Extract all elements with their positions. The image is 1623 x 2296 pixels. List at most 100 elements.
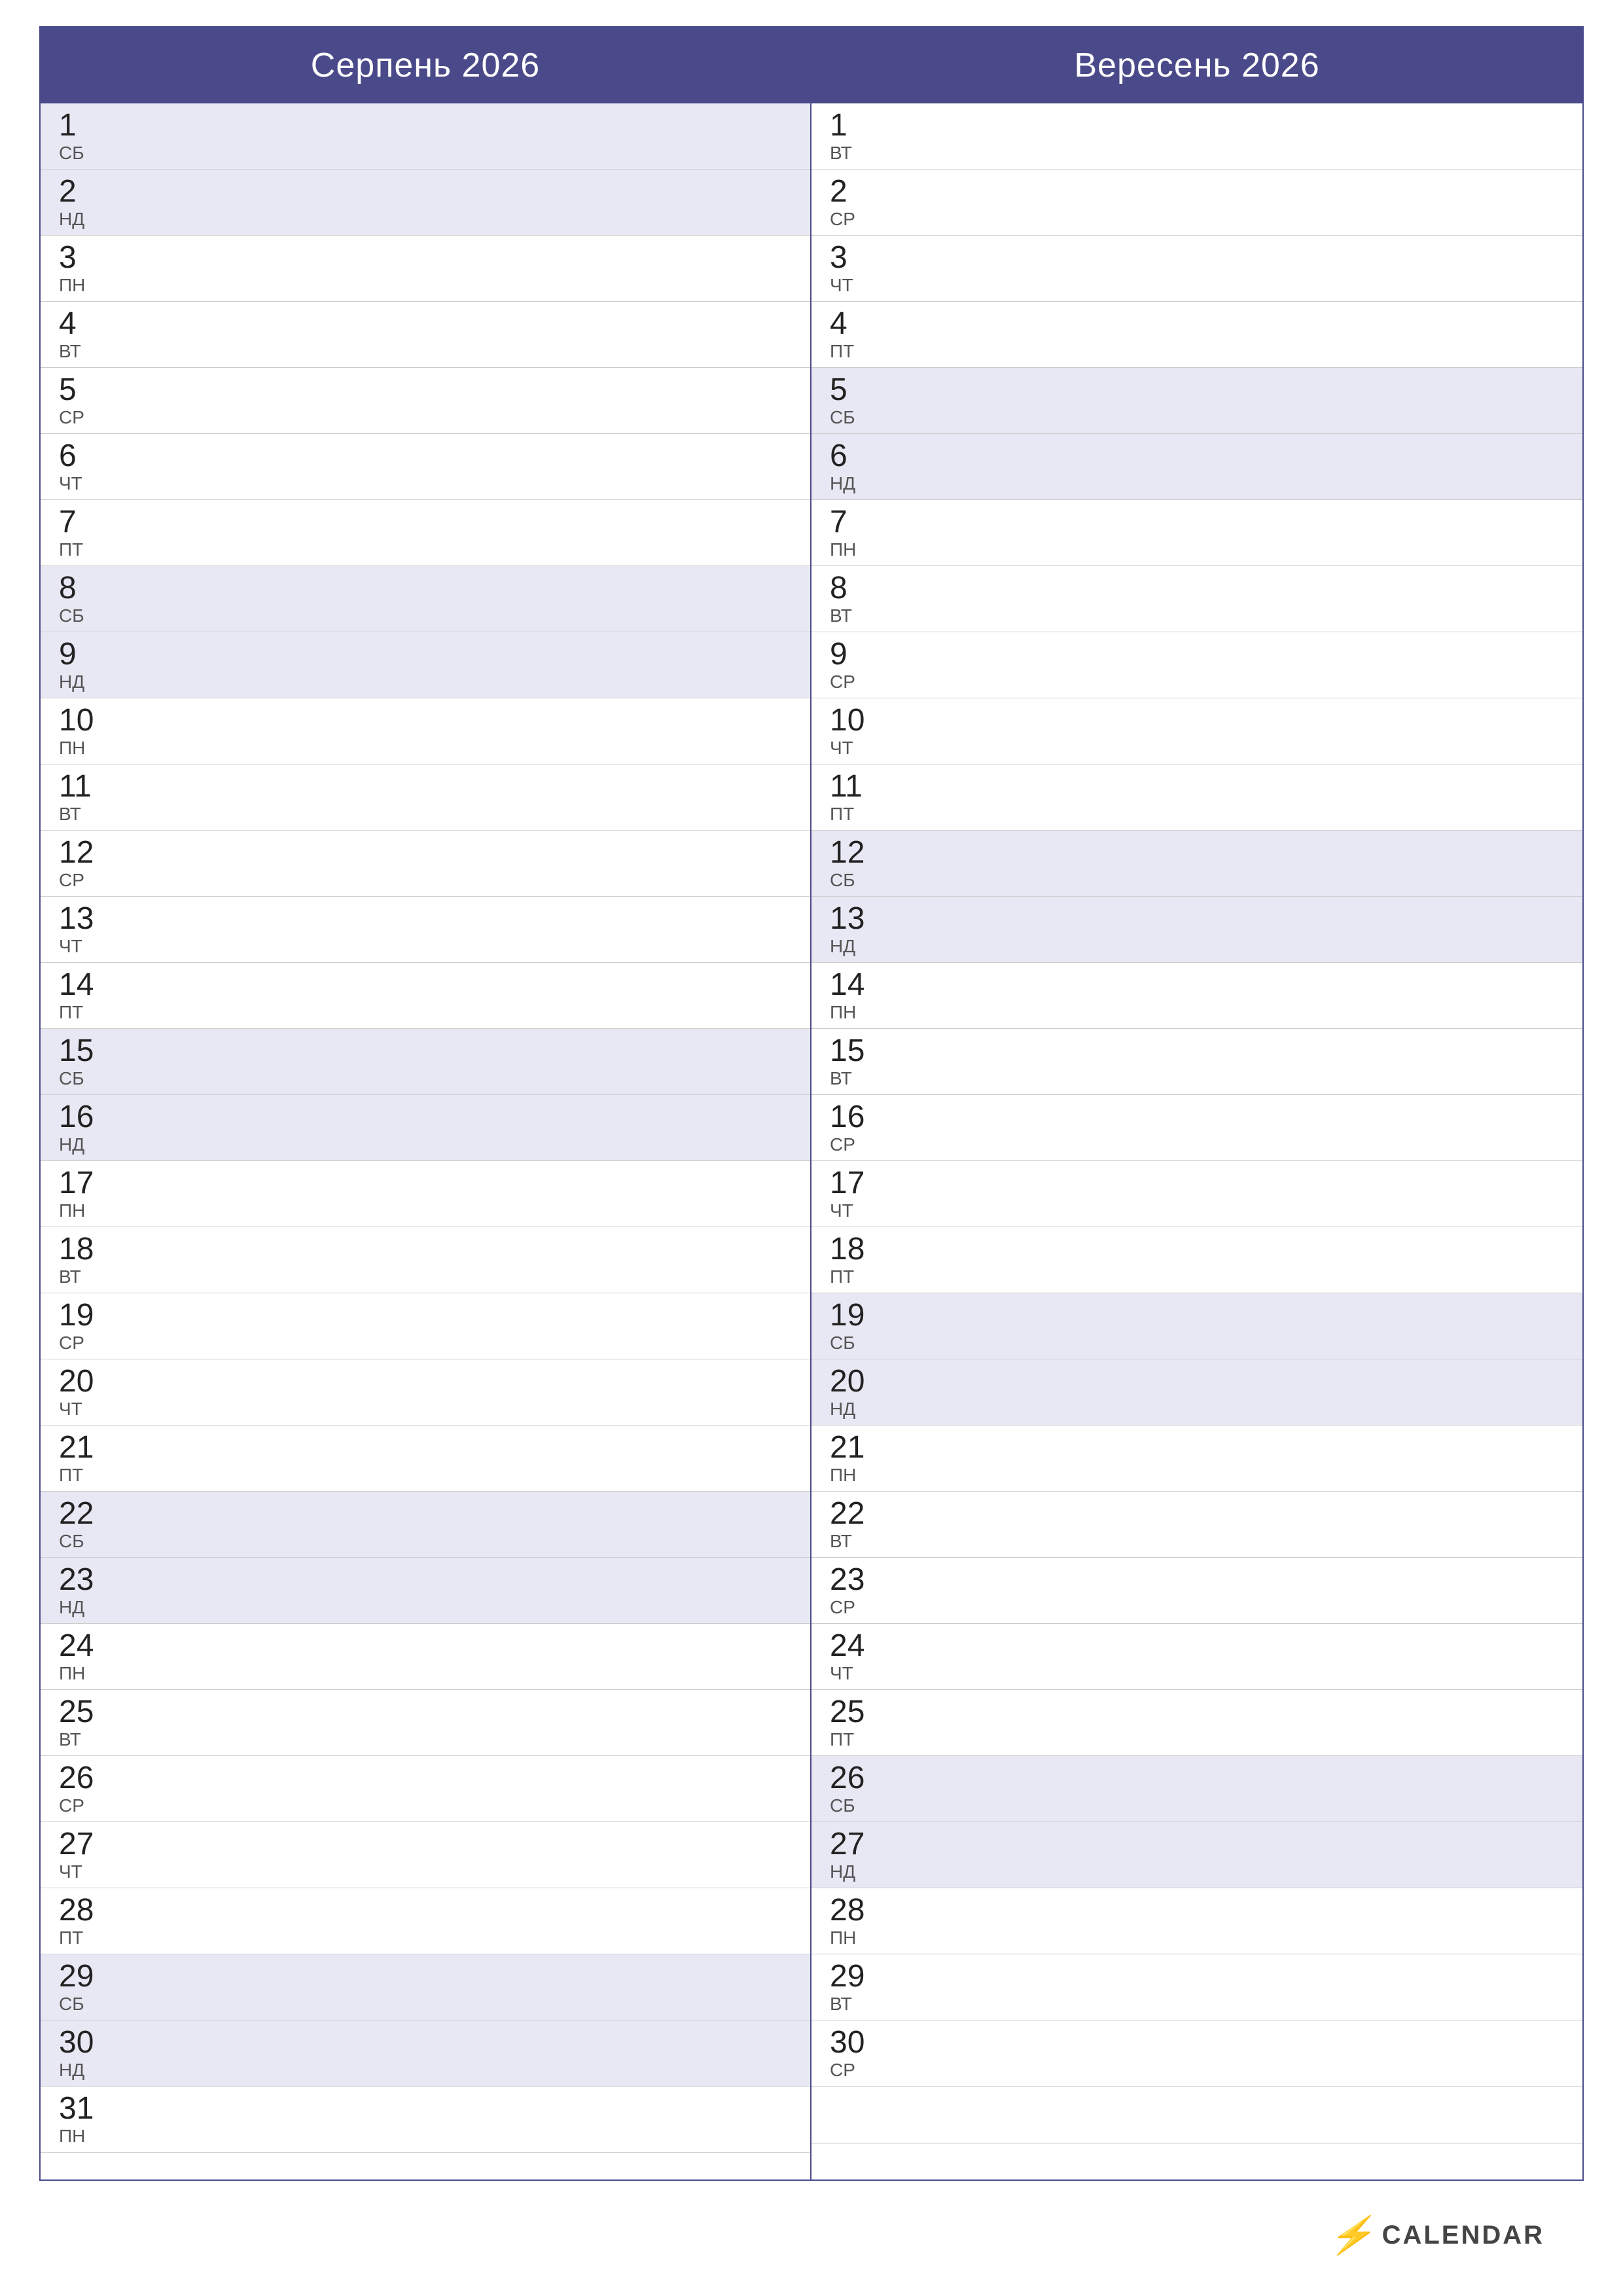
day-name: ПН (59, 276, 111, 295)
day-number: 15 (830, 1035, 882, 1067)
day-name: НД (59, 673, 111, 691)
day-info: 1 СБ (59, 110, 111, 162)
day-info: 26 СР (59, 1763, 111, 1815)
august-column: Серпень 2026 1 СБ 2 НД 3 ПН 4 ВТ 5 (41, 27, 812, 2179)
day-number: 2 (59, 176, 111, 207)
day-number: 11 (59, 771, 111, 802)
september-day-row: 2 СР (812, 170, 1582, 236)
day-name: СР (59, 1797, 111, 1815)
day-number: 28 (59, 1895, 111, 1926)
day-number: 6 (830, 440, 882, 472)
day-info: 27 ЧТ (59, 1829, 111, 1881)
september-day-row: 17 ЧТ (812, 1161, 1582, 1227)
day-number: 31 (59, 2093, 111, 2125)
day-number: 23 (59, 1564, 111, 1596)
day-number: 12 (830, 837, 882, 869)
day-info: 13 НД (830, 903, 882, 956)
september-day-row: 20 НД (812, 1359, 1582, 1426)
day-name: СР (830, 1598, 882, 1617)
day-info: 2 СР (830, 176, 882, 228)
day-info: 9 СР (830, 639, 882, 691)
day-name: НД (59, 1598, 111, 1617)
september-day-row: 7 ПН (812, 500, 1582, 566)
day-name: ПН (59, 1202, 111, 1220)
august-day-row: 2 НД (41, 170, 810, 236)
september-day-row: 18 ПТ (812, 1227, 1582, 1293)
day-number: 28 (830, 1895, 882, 1926)
august-day-row: 10 ПН (41, 698, 810, 764)
day-name: НД (830, 1400, 882, 1418)
day-name: НД (830, 937, 882, 956)
lightning-icon: ⚡ (1329, 2214, 1374, 2257)
day-info: 23 СР (830, 1564, 882, 1617)
day-name: СБ (830, 408, 882, 427)
day-info: 11 ПТ (830, 771, 882, 823)
day-info: 30 СР (830, 2027, 882, 2079)
day-name: ПТ (830, 342, 882, 361)
august-day-row: 30 НД (41, 2020, 810, 2087)
day-name: ПН (59, 739, 111, 757)
day-number: 25 (830, 1696, 882, 1728)
day-name: СР (830, 2061, 882, 2079)
august-day-row: 21 ПТ (41, 1426, 810, 1492)
day-info: 24 ПН (59, 1630, 111, 1683)
day-name: НД (59, 1136, 111, 1154)
day-info: 25 ВТ (59, 1696, 111, 1749)
august-day-row: 9 НД (41, 632, 810, 698)
day-number: 14 (59, 969, 111, 1001)
august-day-row: 14 ПТ (41, 963, 810, 1029)
day-name: СБ (830, 871, 882, 889)
day-number: 21 (59, 1432, 111, 1463)
day-info: 16 СР (830, 1102, 882, 1154)
day-number: 4 (59, 308, 111, 340)
day-number: 20 (830, 1366, 882, 1397)
day-number: 10 (830, 705, 882, 736)
day-info: 19 СР (59, 1300, 111, 1352)
day-info: 29 СБ (59, 1961, 111, 2013)
day-number: 6 (59, 440, 111, 472)
day-name: ПН (830, 1466, 882, 1484)
day-name: ЧТ (59, 1400, 111, 1418)
september-day-row: 19 СБ (812, 1293, 1582, 1359)
day-name: ПН (830, 1929, 882, 1947)
day-name: ПТ (59, 1466, 111, 1484)
day-name: ЧТ (830, 739, 882, 757)
day-name: ЧТ (59, 1863, 111, 1881)
august-day-row: 7 ПТ (41, 500, 810, 566)
august-day-row: 16 НД (41, 1095, 810, 1161)
day-number: 27 (59, 1829, 111, 1860)
day-number: 26 (830, 1763, 882, 1794)
calendar-grid: Серпень 2026 1 СБ 2 НД 3 ПН 4 ВТ 5 (39, 26, 1584, 2181)
calendar-logo: ⚡ CALENDAR (1329, 2214, 1544, 2257)
day-number: 20 (59, 1366, 111, 1397)
day-info: 13 ЧТ (59, 903, 111, 956)
day-info: 17 ПН (59, 1168, 111, 1220)
footer: ⚡ CALENDAR (39, 2194, 1584, 2257)
day-info: 10 ПН (59, 705, 111, 757)
day-name: СБ (59, 1995, 111, 2013)
august-day-row: 20 ЧТ (41, 1359, 810, 1426)
august-day-row: 12 СР (41, 831, 810, 897)
day-number: 29 (59, 1961, 111, 1992)
day-name: ВТ (830, 607, 882, 625)
day-info: 4 ПТ (830, 308, 882, 361)
day-number: 18 (830, 1234, 882, 1265)
day-number: 8 (830, 573, 882, 604)
september-day-row: 27 НД (812, 1822, 1582, 1888)
september-header: Вересень 2026 (812, 27, 1582, 103)
august-day-row: 6 ЧТ (41, 434, 810, 500)
august-day-row: 8 СБ (41, 566, 810, 632)
day-info: 7 ПН (830, 507, 882, 559)
day-name: СР (59, 1334, 111, 1352)
day-name: ВТ (59, 1731, 111, 1749)
day-name: ПТ (59, 1003, 111, 1022)
day-name: ЧТ (830, 1664, 882, 1683)
day-info: 14 ПН (830, 969, 882, 1022)
day-number: 30 (830, 2027, 882, 2058)
day-number: 25 (59, 1696, 111, 1728)
day-info: 10 ЧТ (830, 705, 882, 757)
day-info: 1 ВТ (830, 110, 882, 162)
september-day-row: 28 ПН (812, 1888, 1582, 1954)
day-info: 2 НД (59, 176, 111, 228)
day-number: 29 (830, 1961, 882, 1992)
